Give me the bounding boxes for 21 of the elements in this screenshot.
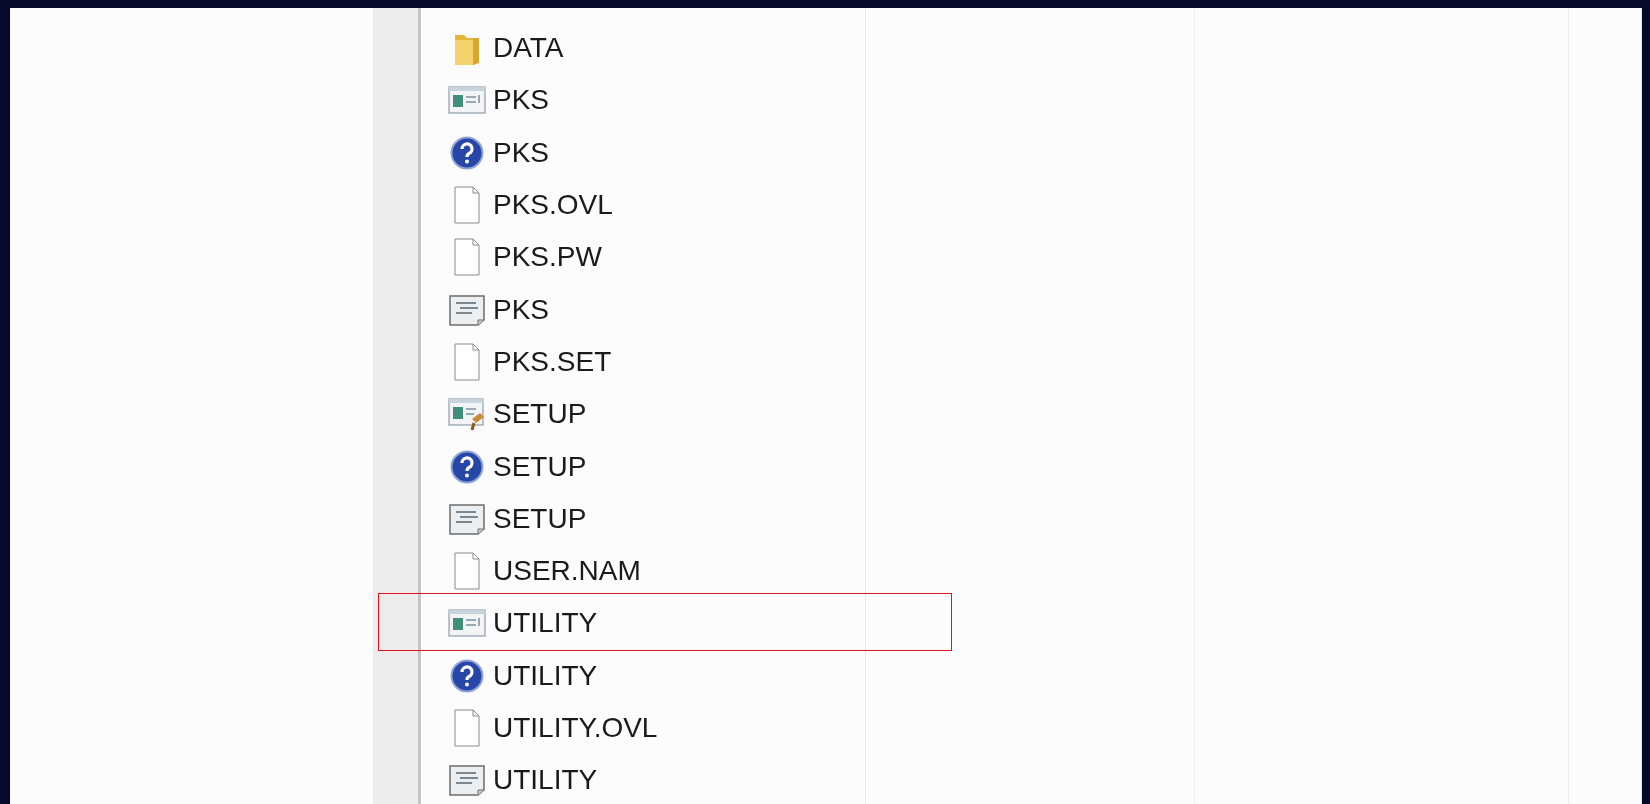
file-name[interactable]: PKS [493,136,550,169]
application-window-icon [447,85,487,116]
file-name[interactable]: SETUP [493,398,587,431]
file-name[interactable]: SETUP [493,502,587,535]
application-window-icon [447,608,487,639]
file-name[interactable]: UTILITY.OVL [493,712,658,744]
file-name[interactable]: USER.NAM [493,555,641,588]
text-document-icon [447,763,487,798]
file-name[interactable]: PKS.OVL [493,189,613,222]
file-name[interactable]: DATA [493,32,564,65]
file-name[interactable]: UTILITY [493,659,598,692]
file-name[interactable]: PKS.SET [493,345,612,378]
file-name[interactable]: PKS.PW [493,241,602,274]
file-name[interactable]: PKS [493,84,550,117]
file-name[interactable]: PKS [493,293,550,326]
text-document-icon [447,292,487,327]
installer-icon [447,397,487,432]
text-document-icon [447,501,487,536]
file-name[interactable]: SETUP [493,450,587,483]
file-name[interactable]: UTILITY [493,607,598,640]
file-name[interactable]: UTILITY [493,764,598,797]
